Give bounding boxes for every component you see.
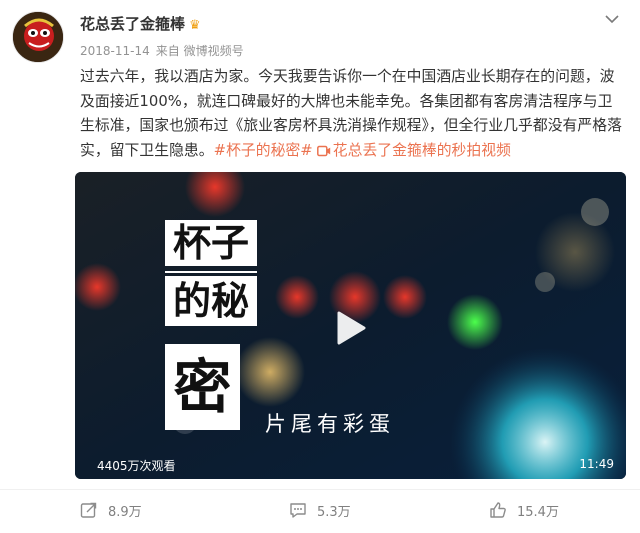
like-count: 15.4万 xyxy=(517,504,559,520)
avatar[interactable] xyxy=(12,11,64,63)
video-link[interactable]: 花总丢了金箍棒的秒拍视频 xyxy=(333,142,511,159)
comment-count: 5.3万 xyxy=(317,504,351,520)
like-button[interactable]: 15.4万 xyxy=(489,497,559,523)
topic-link[interactable]: #杯子的秘密# xyxy=(214,142,313,159)
repost-icon xyxy=(80,502,97,518)
video-subtitle: 片尾有彩蛋 xyxy=(265,412,395,436)
user-name-text[interactable]: 花总丢了金箍棒 xyxy=(80,15,185,33)
post-date[interactable]: 2018-11-14 xyxy=(80,44,150,58)
video-title-line3: 密 xyxy=(165,344,240,430)
crown-icon: ♛ xyxy=(189,18,201,33)
video-title-line2: 的秘 xyxy=(165,276,257,326)
video-title-divider xyxy=(165,271,257,273)
video-title-line1: 杯子 xyxy=(165,220,257,266)
chevron-down-icon[interactable] xyxy=(602,9,622,29)
divider xyxy=(0,489,640,490)
video-duration: 11:49 xyxy=(579,457,614,471)
post-meta: 2018-11-14 来自 微博视频号 xyxy=(80,42,244,59)
post-text: 过去六年，我以酒店为家。今天我要告诉你一个在中国酒店业长期存在的问题，波及面接近… xyxy=(80,65,625,165)
user-name[interactable]: 花总丢了金箍棒 ♛ xyxy=(80,13,201,34)
video-link-icon xyxy=(316,141,331,166)
comment-button[interactable]: 5.3万 xyxy=(289,497,351,523)
like-icon xyxy=(490,502,506,518)
repost-count: 8.9万 xyxy=(108,504,142,520)
avatar-image xyxy=(13,12,63,62)
play-icon[interactable] xyxy=(330,308,370,348)
repost-button[interactable]: 8.9万 xyxy=(80,497,142,523)
comment-icon xyxy=(290,503,306,518)
post-source[interactable]: 来自 微博视频号 xyxy=(156,44,244,58)
video-player[interactable]: 杯子 的秘 密 片尾有彩蛋 4405万次观看 11:49 xyxy=(75,172,626,479)
video-views: 4405万次观看 xyxy=(97,459,176,473)
